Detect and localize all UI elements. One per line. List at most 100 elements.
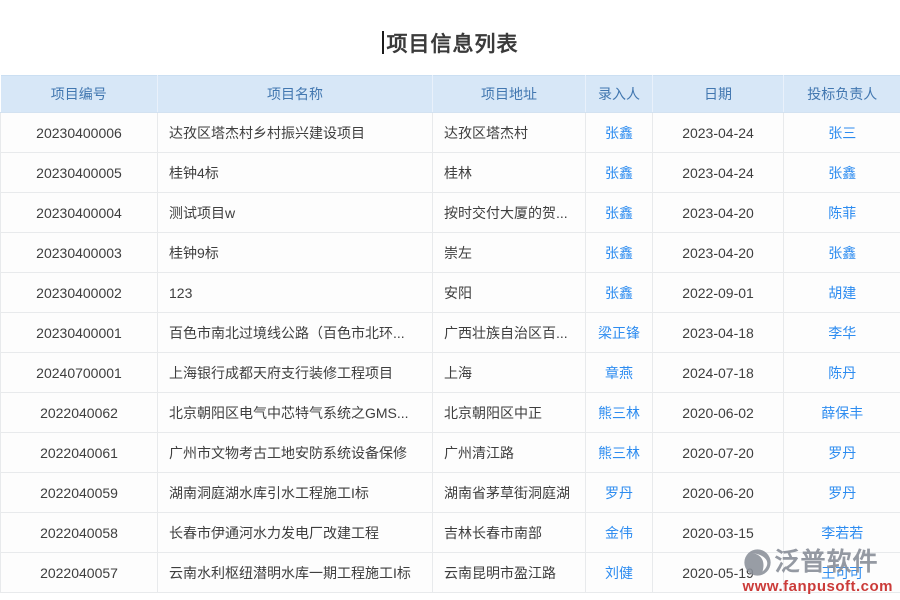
table-row: 2022040058长春市伊通河水力发电厂改建工程吉林长春市南部金伟2020-0… <box>1 513 900 553</box>
column-header-manager: 投标负责人 <box>784 76 900 113</box>
cell-id: 20230400002 <box>1 273 158 313</box>
cell-id: 20230400005 <box>1 153 158 193</box>
column-header-recorder: 录入人 <box>586 76 653 113</box>
cell-id: 20240700001 <box>1 353 158 393</box>
cell-recorder: 张鑫 <box>586 233 653 273</box>
cell-address: 北京朝阳区中正 <box>433 393 586 433</box>
manager-link[interactable]: 李华 <box>828 325 856 341</box>
recorder-link[interactable]: 张鑫 <box>605 245 633 261</box>
cell-name: 桂钟4标 <box>158 153 433 193</box>
cell-date: 2020-03-15 <box>653 513 784 553</box>
cell-name: 上海银行成都天府支行装修工程项目 <box>158 353 433 393</box>
column-header-name: 项目名称 <box>158 76 433 113</box>
cell-address: 达孜区塔杰村 <box>433 113 586 153</box>
cell-id: 2022040061 <box>1 433 158 473</box>
cell-manager: 张鑫 <box>784 233 900 273</box>
recorder-link[interactable]: 刘健 <box>605 565 633 581</box>
cell-id: 20230400004 <box>1 193 158 233</box>
manager-link[interactable]: 张三 <box>828 125 856 141</box>
manager-link[interactable]: 胡建 <box>828 285 856 301</box>
column-header-address: 项目地址 <box>433 76 586 113</box>
cell-manager: 薛保丰 <box>784 393 900 433</box>
cell-address: 按时交付大厦的贺... <box>433 193 586 233</box>
recorder-link[interactable]: 张鑫 <box>605 165 633 181</box>
manager-link[interactable]: 罗丹 <box>828 445 856 461</box>
recorder-link[interactable]: 金伟 <box>605 525 633 541</box>
cell-name: 桂钟9标 <box>158 233 433 273</box>
manager-link[interactable]: 张鑫 <box>828 245 856 261</box>
cell-date: 2020-06-20 <box>653 473 784 513</box>
recorder-link[interactable]: 熊三林 <box>598 405 640 421</box>
cell-manager: 陈丹 <box>784 353 900 393</box>
cell-name: 百色市南北过境线公路（百色市北环... <box>158 313 433 353</box>
recorder-link[interactable]: 熊三林 <box>598 445 640 461</box>
page-title: 项目信息列表 <box>387 28 519 58</box>
recorder-link[interactable]: 章燕 <box>605 365 633 381</box>
cell-recorder: 张鑫 <box>586 113 653 153</box>
cell-recorder: 张鑫 <box>586 153 653 193</box>
cell-address: 安阳 <box>433 273 586 313</box>
cell-date: 2024-07-18 <box>653 353 784 393</box>
cell-address: 吉林长春市南部 <box>433 513 586 553</box>
manager-link[interactable]: 薛保丰 <box>821 405 863 421</box>
table-row: 2022040061广州市文物考古工地安防系统设备保修广州清江路熊三林 2020-… <box>1 433 900 473</box>
table-row: 2022040059湖南洞庭湖水库引水工程施工I标湖南省茅草街洞庭湖罗丹2020… <box>1 473 900 513</box>
table-row: 20230400003桂钟9标崇左张鑫2023-04-20张鑫 <box>1 233 900 273</box>
manager-link[interactable]: 张鑫 <box>828 165 856 181</box>
recorder-link[interactable]: 罗丹 <box>605 485 633 501</box>
cell-name: 广州市文物考古工地安防系统设备保修 <box>158 433 433 473</box>
cell-address: 云南昆明市盈江路 <box>433 553 586 593</box>
cell-date: 2020-06-02 <box>653 393 784 433</box>
cell-date: 2020-07-20 <box>653 433 784 473</box>
table-row: 20230400002123安阳张鑫2022-09-01胡建 <box>1 273 900 313</box>
table-header: 项目编号 项目名称 项目地址 录入人 日期 投标负责人 <box>1 76 900 113</box>
recorder-link[interactable]: 梁正锋 <box>598 325 640 341</box>
table-body: 20230400006达孜区塔杰村乡村振兴建设项目达孜区塔杰村张鑫2023-04… <box>1 113 900 593</box>
table-row: 2022040062北京朝阳区电气中芯特气系统之GMS...北京朝阳区中正熊三林… <box>1 393 900 433</box>
cell-name: 湖南洞庭湖水库引水工程施工I标 <box>158 473 433 513</box>
cell-manager: 王可可 <box>784 553 900 593</box>
cell-manager: 罗丹 <box>784 473 900 513</box>
cell-date: 2023-04-20 <box>653 193 784 233</box>
cell-date: 2023-04-18 <box>653 313 784 353</box>
table-row: 20240700001上海银行成都天府支行装修工程项目上海 章燕 2024-07-1… <box>1 353 900 393</box>
cell-recorder: 刘健 <box>586 553 653 593</box>
cell-recorder: 金伟 <box>586 513 653 553</box>
table-row: 20230400001百色市南北过境线公路（百色市北环...广西壮族自治区百..… <box>1 313 900 353</box>
manager-link[interactable]: 陈丹 <box>828 365 856 381</box>
cell-id: 2022040059 <box>1 473 158 513</box>
table-row: 20230400005桂钟4标桂林 张鑫 2023-04-24 张鑫 <box>1 153 900 193</box>
cell-date: 2023-04-24 <box>653 153 784 193</box>
cell-id: 2022040058 <box>1 513 158 553</box>
recorder-link[interactable]: 张鑫 <box>605 125 633 141</box>
recorder-link[interactable]: 张鑫 <box>605 205 633 221</box>
cell-id: 2022040062 <box>1 393 158 433</box>
table-row: 20230400006达孜区塔杰村乡村振兴建设项目达孜区塔杰村张鑫2023-04… <box>1 113 900 153</box>
cell-recorder: 罗丹 <box>586 473 653 513</box>
cell-address: 上海 <box>433 353 586 393</box>
cell-name: 测试项目w <box>158 193 433 233</box>
cell-date: 2022-09-01 <box>653 273 784 313</box>
cell-manager: 陈菲 <box>784 193 900 233</box>
manager-link[interactable]: 李若若 <box>821 525 863 541</box>
cell-recorder: 熊三林 <box>586 393 653 433</box>
manager-link[interactable]: 陈菲 <box>828 205 856 221</box>
cell-manager: 罗丹 <box>784 433 900 473</box>
cell-recorder: 张鑫 <box>586 193 653 233</box>
cell-recorder: 梁正锋 <box>586 313 653 353</box>
cell-address: 桂林 <box>433 153 586 193</box>
cell-manager: 胡建 <box>784 273 900 313</box>
column-header-date: 日期 <box>653 76 784 113</box>
page-header: 项目信息列表 <box>0 0 900 75</box>
cell-address: 广州清江路 <box>433 433 586 473</box>
recorder-link[interactable]: 张鑫 <box>605 285 633 301</box>
cell-recorder: 章燕 <box>586 353 653 393</box>
cell-manager: 李华 <box>784 313 900 353</box>
cell-address: 崇左 <box>433 233 586 273</box>
cell-manager: 张鑫 <box>784 153 900 193</box>
table-row: 20230400004测试项目w按时交付大厦的贺... 张鑫 2023-04-20 陈… <box>1 193 900 233</box>
project-table: 项目编号 项目名称 项目地址 录入人 日期 投标负责人 20230400006达… <box>0 75 900 593</box>
cell-address: 广西壮族自治区百... <box>433 313 586 353</box>
manager-link[interactable]: 罗丹 <box>828 485 856 501</box>
manager-link[interactable]: 王可可 <box>821 565 863 581</box>
